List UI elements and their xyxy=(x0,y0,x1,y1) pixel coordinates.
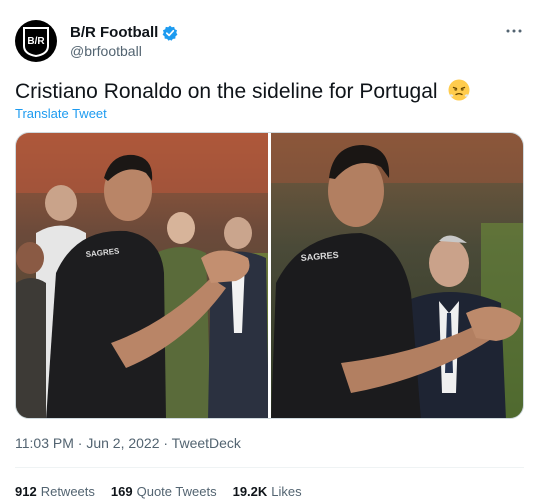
br-logo-icon: B/R xyxy=(23,27,49,58)
quote-tweets-stat[interactable]: 169 Quote Tweets xyxy=(111,484,217,499)
divider xyxy=(15,467,524,468)
retweets-count: 912 xyxy=(15,484,37,499)
ronaldo-photo-right-image: SAGRES xyxy=(271,133,523,418)
retweets-label: Retweets xyxy=(40,484,95,499)
likes-count: 19.2K xyxy=(232,484,268,499)
likes-label: Likes xyxy=(271,484,302,499)
quote-tweets-count: 169 xyxy=(110,484,133,499)
tweet-header: B/R B/R Football @brfootball xyxy=(15,18,525,66)
handle[interactable]: @brfootball xyxy=(70,43,142,59)
quote-tweets-label: Quote Tweets xyxy=(136,484,217,499)
tweet-text: Cristiano Ronaldo on the sideline for Po… xyxy=(15,78,471,105)
svg-text:B/R: B/R xyxy=(27,36,45,47)
retweets-stat[interactable]: 912 Retweets xyxy=(15,484,95,499)
name-row: B/R Football xyxy=(70,24,178,41)
tweet-stats: 912 Retweets 169 Quote Tweets 19.2K Likes xyxy=(15,484,302,499)
tweet-text-content: Cristiano Ronaldo on the sideline for Po… xyxy=(15,80,438,103)
avatar[interactable]: B/R xyxy=(15,20,57,62)
more-icon[interactable] xyxy=(503,20,525,42)
likes-stat[interactable]: 19.2K Likes xyxy=(233,484,302,499)
translate-tweet-link[interactable]: Translate Tweet xyxy=(15,106,107,121)
photo-right[interactable]: SAGRES xyxy=(271,133,523,418)
steam-face-emoji-icon xyxy=(447,78,471,102)
ronaldo-photo-left-image: SAGRES xyxy=(16,133,268,418)
verified-badge-icon xyxy=(162,25,178,41)
display-name[interactable]: B/R Football xyxy=(70,24,158,41)
tweet-timestamp[interactable]: 11:03 PM · Jun 2, 2022 · TweetDeck xyxy=(15,435,241,451)
tweet-media[interactable]: SAGRES SAGRES xyxy=(15,132,524,419)
photo-left[interactable]: SAGRES xyxy=(16,133,268,418)
